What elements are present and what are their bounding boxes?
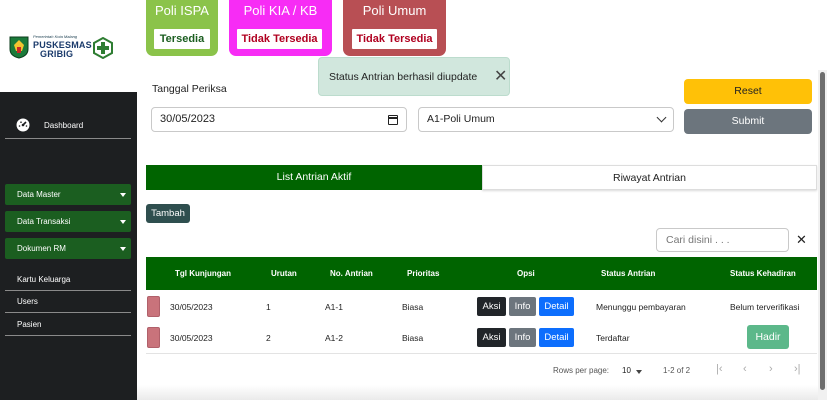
pagination-range: 1-2 of 2: [663, 366, 691, 375]
column-header: Opsi: [517, 269, 535, 278]
caret-down-icon: [120, 246, 126, 251]
cell-prioritas: Biasa: [402, 333, 424, 343]
clear-search-icon[interactable]: ✕: [796, 232, 807, 248]
sidebar: Pemerintah Kota Malang PUSKESMAS GRIBIG …: [0, 0, 137, 400]
cell-status-kehadiran: Belum terverifikasi: [730, 302, 800, 312]
column-header: Prioritas: [407, 269, 440, 278]
sidebar-dropdown-dokumen-rm[interactable]: Dokumen RM: [5, 238, 131, 259]
city-emblem-icon: [9, 36, 29, 59]
bottom-shade: [137, 385, 818, 400]
table-row: 30/05/2023 1 A1-1 Biasa Aksi Info Detail…: [146, 291, 817, 323]
nav-divider: [5, 312, 131, 313]
calendar-icon[interactable]: [388, 115, 398, 125]
column-header: Status Kehadiran: [730, 269, 796, 278]
poli-card-ispa: Poli ISPA Tersedia: [146, 0, 218, 56]
sidebar-item-dashboard[interactable]: Dashboard: [16, 118, 83, 132]
tab-list-antrian-aktif[interactable]: List Antrian Aktif: [146, 165, 482, 190]
poli-card-title: Poli ISPA: [155, 3, 209, 18]
column-header: No. Antrian: [330, 269, 373, 278]
column-header: Tgl Kunjungan: [175, 269, 231, 278]
search-input[interactable]: Cari disini . . .: [656, 228, 789, 252]
detail-button[interactable]: Detail: [539, 297, 574, 316]
column-header: Status Antrian: [601, 269, 656, 278]
poli-card-umum: Poli Umum Tidak Tersedia: [343, 0, 446, 56]
cell-no-antrian: A1-2: [325, 333, 343, 343]
date-input[interactable]: 30/05/2023: [151, 107, 407, 132]
aksi-button[interactable]: Aksi: [477, 328, 506, 347]
sidebar-item-users[interactable]: Users: [17, 297, 38, 306]
cell-tgl-kunjungan: 30/05/2023: [170, 302, 213, 312]
poli-card-title: Poli KIA / KB: [243, 3, 318, 18]
row-color-marker: [147, 296, 160, 317]
sidebar-item-kartu-keluarga[interactable]: Kartu Keluarga: [17, 275, 70, 284]
cell-prioritas: Biasa: [402, 302, 424, 312]
rows-per-page-label: Rows per page:: [553, 366, 610, 375]
cell-urutan: 1: [266, 302, 271, 312]
info-button[interactable]: Info: [509, 328, 536, 347]
sidebar-nav: Dashboard Data Master Data Transaksi Dok…: [0, 92, 137, 400]
first-page-icon[interactable]: |‹: [716, 363, 723, 375]
scrollbar-thumb[interactable]: [820, 72, 825, 390]
nav-divider: [5, 290, 131, 291]
success-toast: Status Antrian berhasil diupdate ✕: [318, 57, 510, 96]
nav-divider: [5, 335, 131, 336]
poli-select-value: A1-Poli Umum: [427, 113, 495, 125]
aksi-button[interactable]: Aksi: [477, 297, 506, 316]
poli-status-badge: Tersedia: [154, 29, 210, 49]
cell-status-antrian: Menunggu pembayaran: [596, 302, 686, 312]
logo-area: Pemerintah Kota Malang PUSKESMAS GRIBIG: [0, 0, 137, 92]
poli-card-title: Poli Umum: [362, 3, 427, 18]
hadir-button[interactable]: Hadir: [747, 325, 789, 349]
cell-tgl-kunjungan: 30/05/2023: [170, 333, 213, 343]
dropdown-label: Data Transaksi: [17, 217, 71, 226]
table-row: 30/05/2023 2 A1-2 Biasa Aksi Info Detail…: [146, 322, 817, 354]
sidebar-item-pasien[interactable]: Pasien: [17, 320, 41, 329]
health-cross-icon: [93, 37, 113, 59]
chevron-down-icon: [656, 112, 667, 123]
gauge-icon: [16, 118, 30, 132]
row-color-marker: [147, 327, 160, 348]
table-header: Tgl Kunjungan Urutan No. Antrian Priorit…: [146, 257, 817, 290]
caret-down-icon[interactable]: [636, 370, 642, 374]
poli-select[interactable]: A1-Poli Umum: [418, 107, 674, 132]
column-header: Urutan: [271, 269, 297, 278]
poli-card-kia-kb: Poli KIA / KB Tidak Tersedia: [229, 0, 332, 56]
dropdown-label: Data Master: [17, 190, 61, 199]
cell-urutan: 2: [266, 333, 271, 343]
poli-status-badge: Tidak Tersedia: [237, 29, 322, 49]
toast-message: Status Antrian berhasil diupdate: [329, 71, 478, 83]
rows-per-page-select[interactable]: 10: [622, 366, 631, 375]
last-page-icon[interactable]: ›|: [794, 363, 801, 375]
sidebar-item-label: Dashboard: [44, 120, 84, 130]
tab-riwayat-antrian[interactable]: Riwayat Antrian: [482, 165, 817, 190]
logo-title-line2: GRIBIG: [40, 49, 74, 59]
cell-status-antrian: Terdaftar: [596, 333, 630, 343]
dropdown-label: Dokumen RM: [17, 244, 66, 253]
logo-subtitle: Pemerintah Kota Malang: [33, 34, 78, 39]
info-button[interactable]: Info: [509, 297, 536, 316]
previous-page-icon[interactable]: ‹: [743, 363, 747, 375]
date-label: Tanggal Periksa: [152, 83, 227, 95]
caret-down-icon: [120, 192, 126, 197]
next-page-icon[interactable]: ›: [769, 363, 773, 375]
submit-button[interactable]: Submit: [684, 109, 812, 134]
sidebar-dropdown-data-master[interactable]: Data Master: [5, 184, 131, 205]
reset-button[interactable]: Reset: [684, 79, 812, 104]
add-button[interactable]: Tambah: [146, 204, 190, 223]
nav-divider: [5, 138, 131, 139]
cell-no-antrian: A1-1: [325, 302, 343, 312]
caret-down-icon: [120, 219, 126, 224]
detail-button[interactable]: Detail: [539, 328, 574, 347]
date-value: 30/05/2023: [160, 113, 216, 125]
close-icon[interactable]: ✕: [494, 66, 507, 86]
poli-status-badge: Tidak Tersedia: [352, 29, 437, 49]
sidebar-dropdown-data-transaksi[interactable]: Data Transaksi: [5, 211, 131, 232]
